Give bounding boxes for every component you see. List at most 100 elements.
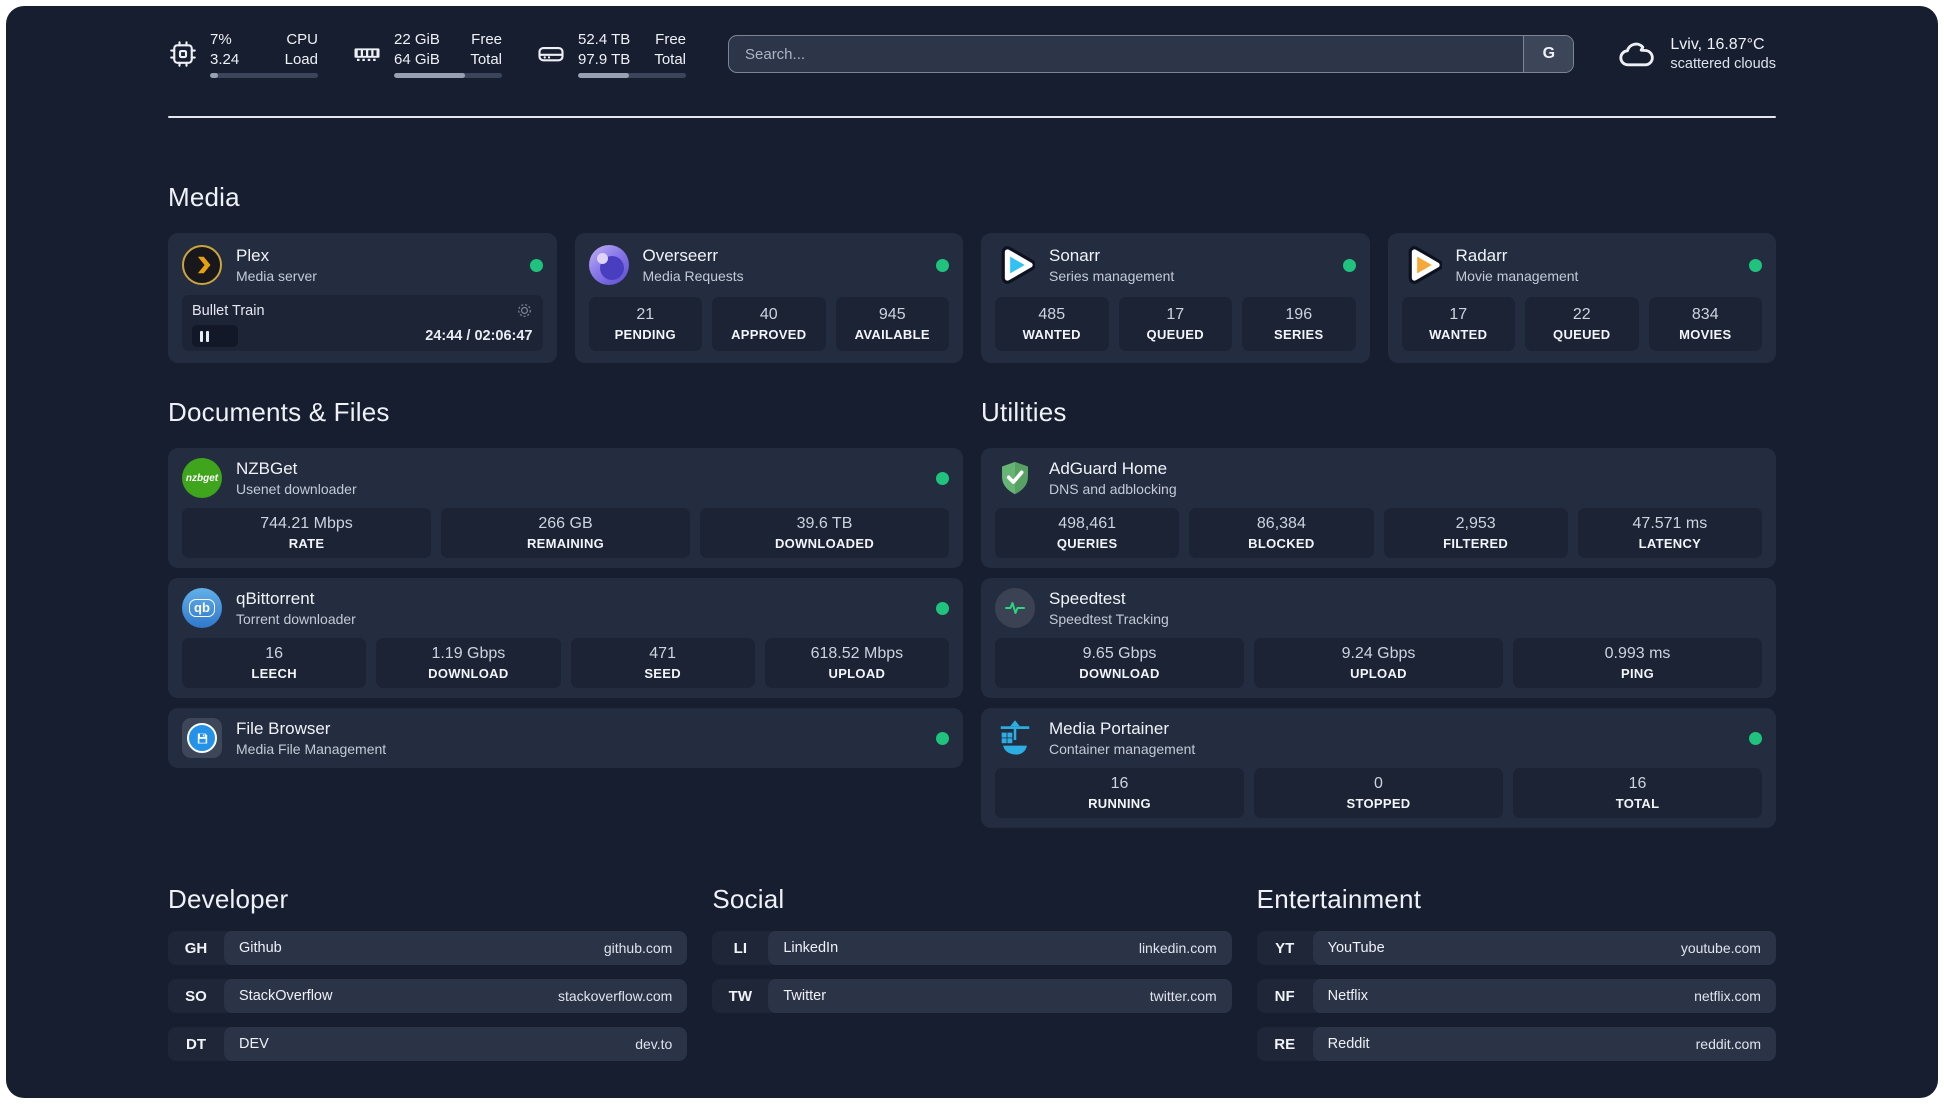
bookmark-reddit[interactable]: RE Reddit reddit.com xyxy=(1256,1027,1776,1061)
service-subtitle: Media File Management xyxy=(236,741,387,757)
service-card-qbittorrent[interactable]: qb qBittorrent Torrent downloader 16 LEE… xyxy=(168,578,963,698)
service-subtitle: Media server xyxy=(236,268,317,284)
stat-box: 22 QUEUED xyxy=(1525,297,1639,351)
stat-box: 21 PENDING xyxy=(588,297,702,351)
bookmark-name: DEV xyxy=(239,1036,269,1052)
bookmark-stackoverflow[interactable]: SO StackOverflow stackoverflow.com xyxy=(168,979,688,1013)
media-section-title: Media xyxy=(168,182,240,212)
service-card-portainer[interactable]: Media Portainer Container management 16 … xyxy=(981,708,1776,828)
service-card-nzbget[interactable]: nzbget NZBGet Usenet downloader 744.21 M… xyxy=(168,448,963,568)
stat-box: 17 WANTED xyxy=(1401,297,1515,351)
stat-label: RUNNING xyxy=(1088,796,1151,811)
service-card-radarr[interactable]: Radarr Movie management 17 WANTED 22 QUE… xyxy=(1387,233,1776,363)
service-card-speedtest[interactable]: Speedtest Speedtest Tracking 9.65 Gbps D… xyxy=(981,578,1776,698)
disk-progress-bar xyxy=(578,73,686,78)
stat-label: REMAINING xyxy=(526,536,605,551)
overseerr-icon xyxy=(588,245,629,285)
cpu-label: CPU xyxy=(286,31,318,48)
dashboard-frame: 7% 3.24 CPU Load 22 GiB 64 GiB Free Tota… xyxy=(6,6,1938,1098)
disk-free-value: 52.4 TB xyxy=(578,31,631,48)
weather-location: Lviv, 16.87°C xyxy=(1670,36,1765,53)
bookmark-twitter[interactable]: TW Twitter twitter.com xyxy=(712,979,1232,1013)
nzbget-logo-text: nzbget xyxy=(185,472,219,484)
stat-value: 17 xyxy=(1166,306,1185,323)
disk-total-value: 97.9 TB xyxy=(578,50,631,68)
bookmark-netflix[interactable]: NF Netflix netflix.com xyxy=(1256,979,1776,1013)
utilities-section-title: Utilities xyxy=(981,397,1067,427)
stat-label: FILTERED xyxy=(1443,536,1509,551)
bookmark-url: youtube.com xyxy=(1680,940,1761,956)
pause-button[interactable] xyxy=(192,325,239,347)
bookmark-github[interactable]: GH Github github.com xyxy=(168,931,688,965)
service-card-overseerr[interactable]: Overseerr Media Requests 21 PENDING 40 A… xyxy=(574,233,963,363)
stat-label: QUEUED xyxy=(1553,327,1611,342)
memory-widget: 22 GiB 64 GiB Free Total xyxy=(352,30,502,78)
topbar: 7% 3.24 CPU Load 22 GiB 64 GiB Free Tota… xyxy=(168,28,1776,80)
stat-box: 0 STOPPED xyxy=(1254,768,1503,818)
status-dot xyxy=(936,471,949,485)
stat-value: 1.19 Gbps xyxy=(431,645,506,662)
stat-value: 9.65 Gbps xyxy=(1082,645,1157,662)
search-input[interactable] xyxy=(729,36,1524,72)
bookmark-youtube[interactable]: YT YouTube youtube.com xyxy=(1256,931,1776,965)
stat-box: 39.6 TB DOWNLOADED xyxy=(700,508,949,558)
service-title: qBittorrent xyxy=(236,589,315,608)
cpu-chip-icon xyxy=(170,41,196,67)
service-title: Speedtest xyxy=(1049,589,1126,608)
stat-value: 16 xyxy=(1110,775,1129,792)
service-card-filebrowser[interactable]: File Browser Media File Management xyxy=(168,708,963,768)
pause-icon xyxy=(200,330,203,342)
stat-label: AVAILABLE xyxy=(854,327,930,342)
bookmark-linkedin[interactable]: LI LinkedIn linkedin.com xyxy=(712,931,1232,965)
memory-total-label: Total xyxy=(470,50,502,68)
adguard-icon xyxy=(995,458,1035,498)
stat-value: 21 xyxy=(636,306,655,323)
stat-label: DOWNLOAD xyxy=(428,666,509,681)
status-dot xyxy=(936,731,949,745)
plex-icon xyxy=(182,245,222,285)
bookmark-url: github.com xyxy=(603,940,673,956)
bookmark-name: Netflix xyxy=(1327,988,1368,1004)
stat-label: QUEUED xyxy=(1146,327,1204,342)
bookmark-abbr: TW xyxy=(728,987,752,1005)
stat-box: 86,384 BLOCKED xyxy=(1189,508,1374,558)
stat-label: DOWNLOADED xyxy=(774,536,875,551)
documents-section-title: Documents & Files xyxy=(168,397,390,427)
status-dot xyxy=(1749,258,1762,272)
stat-value: 17 xyxy=(1449,306,1468,323)
status-dot xyxy=(936,258,949,272)
stat-label: MOVIES xyxy=(1679,327,1732,342)
speedtest-icon xyxy=(995,588,1035,628)
search-engine-button[interactable]: G xyxy=(1523,36,1574,72)
service-subtitle: Torrent downloader xyxy=(236,611,356,627)
cpu-usage-value: 7% xyxy=(210,31,232,48)
section-media: Media Plex Media server Bullet Train 24:… xyxy=(168,182,1776,363)
stat-label: PENDING xyxy=(614,327,676,342)
memory-total-value: 64 GiB xyxy=(394,50,440,68)
service-card-plex[interactable]: Plex Media server Bullet Train 24:44 / 0… xyxy=(168,233,557,363)
service-card-adguard[interactable]: AdGuard Home DNS and adblocking 498,461 … xyxy=(981,448,1776,568)
playback-progress-bar xyxy=(192,325,412,347)
bookmark-dev[interactable]: DT DEV dev.to xyxy=(168,1027,688,1061)
stat-box: 744.21 Mbps RATE xyxy=(182,508,431,558)
plex-now-playing: Bullet Train 24:44 / 02:06:47 xyxy=(182,295,543,351)
section-documents: Documents & Files nzbget NZBGet Usenet d… xyxy=(168,397,963,828)
stat-box: 945 AVAILABLE xyxy=(835,297,949,351)
stat-value: 0.993 ms xyxy=(1604,645,1671,662)
memory-free-value: 22 GiB xyxy=(394,31,440,48)
stat-label: SERIES xyxy=(1274,327,1324,342)
stat-box: 485 WANTED xyxy=(995,297,1109,351)
service-title: NZBGet xyxy=(236,459,298,478)
stat-value: 618.52 Mbps xyxy=(810,645,904,662)
bookmark-group-developer: Developer GH Github github.com SO StackO… xyxy=(168,884,688,1075)
stat-box: 16 TOTAL xyxy=(1513,768,1762,818)
memory-progress-fill xyxy=(394,73,466,78)
service-card-sonarr[interactable]: Sonarr Series management 485 WANTED 17 Q… xyxy=(981,233,1370,363)
bookmark-group-entertainment: Entertainment YT YouTube youtube.com NF … xyxy=(1256,884,1776,1075)
memory-progress-bar xyxy=(394,73,502,78)
cpu-progress-fill xyxy=(210,73,218,78)
stat-value: 834 xyxy=(1691,306,1719,323)
session-icon xyxy=(517,304,531,317)
bookmark-abbr: DT xyxy=(186,1035,206,1053)
bookmark-url: netflix.com xyxy=(1694,988,1761,1004)
